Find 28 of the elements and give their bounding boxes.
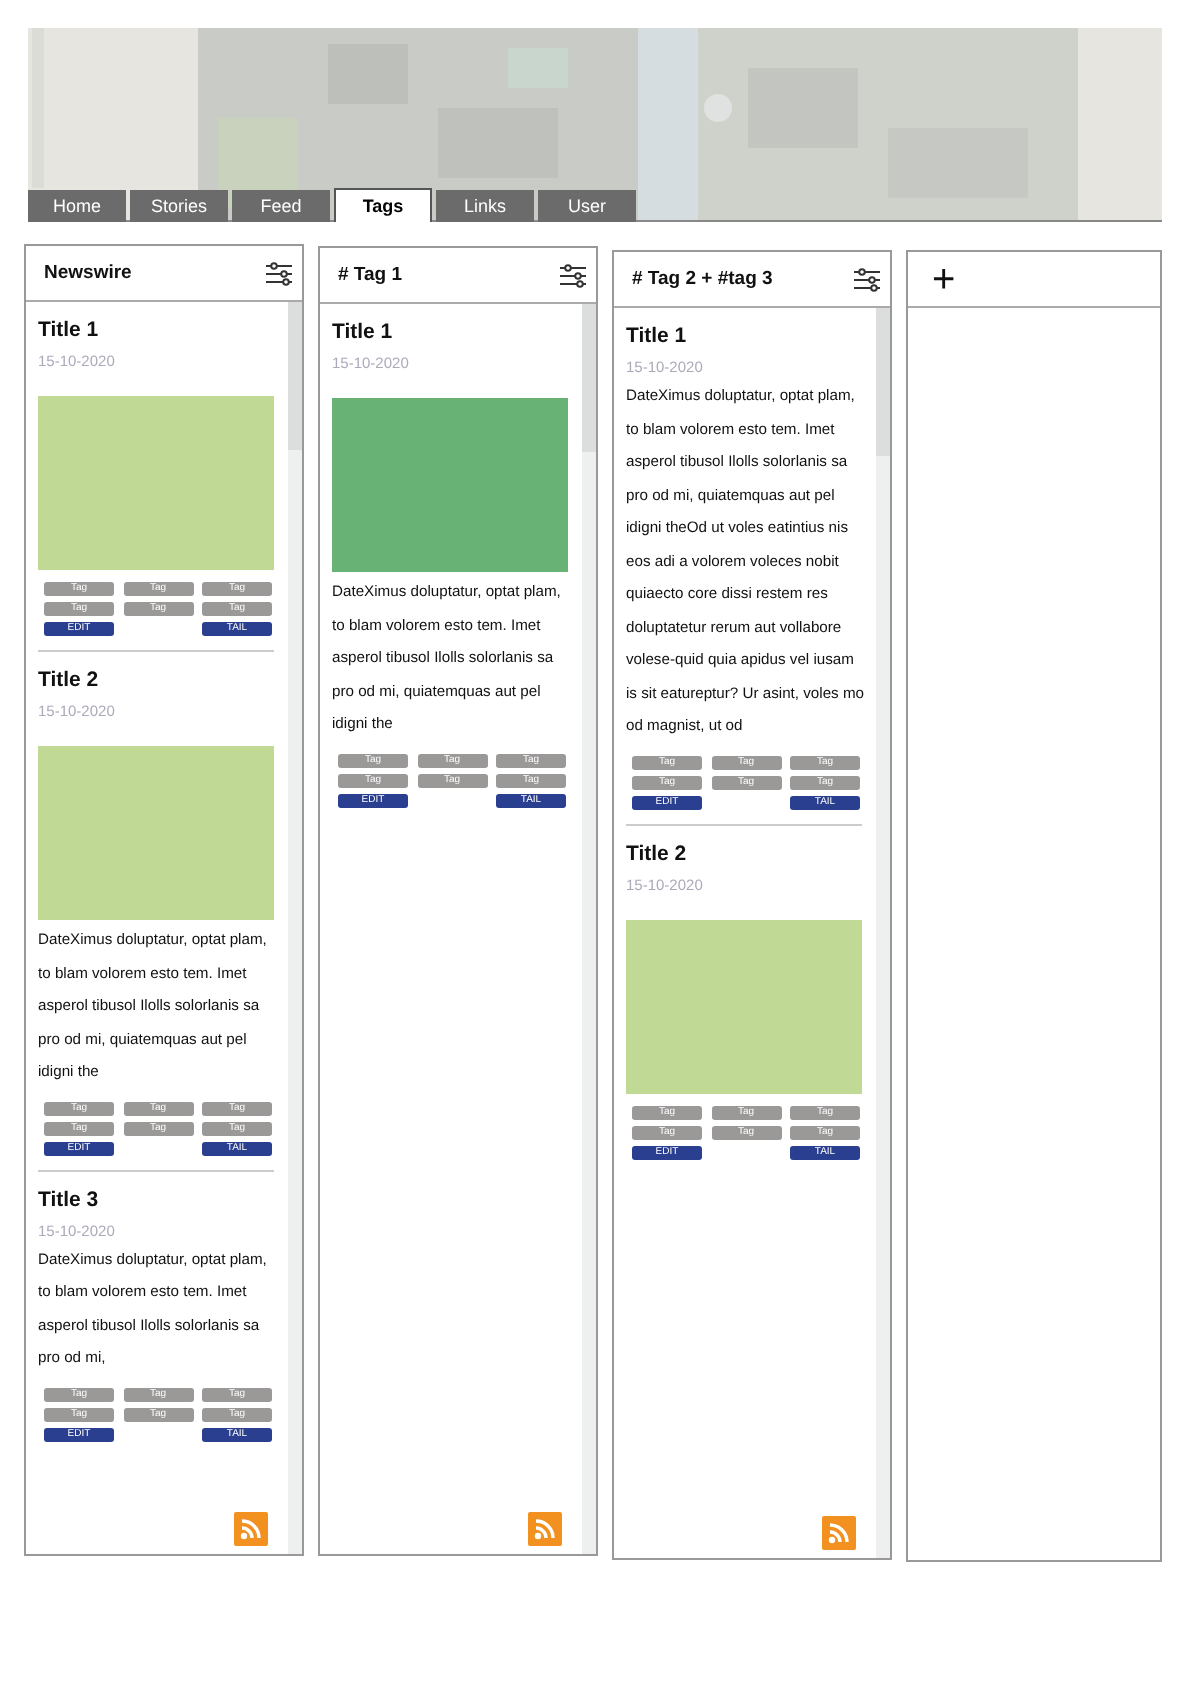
- filter-icon[interactable]: [266, 261, 292, 285]
- filter-icon[interactable]: [560, 263, 586, 287]
- story-title: Title 1: [332, 320, 395, 346]
- filter-icon[interactable]: [854, 267, 880, 291]
- scrollbar[interactable]: [876, 308, 890, 1558]
- nav-tab[interactable]: Links: [436, 190, 534, 222]
- column-title: # Tag 2 + #tag 3: [632, 268, 773, 290]
- nav-tab[interactable]: User: [538, 190, 636, 222]
- nav-tab[interactable]: Home: [28, 190, 126, 222]
- nav-tab[interactable]: Feed: [232, 190, 330, 222]
- story-title: Title 2: [626, 841, 689, 867]
- rss-icon[interactable]: [234, 1512, 268, 1546]
- nav-tab[interactable]: Tags: [334, 188, 432, 222]
- nav-tab[interactable]: Stories: [130, 190, 228, 222]
- scrollbar-thumb[interactable]: [288, 302, 302, 450]
- story-title: Title 1: [38, 318, 101, 344]
- column-title: Newswire: [44, 262, 132, 284]
- story-title: Title 1: [626, 324, 689, 350]
- scrollbar-thumb[interactable]: [582, 304, 596, 452]
- scrollbar[interactable]: [582, 304, 596, 1554]
- scrollbar-thumb[interactable]: [876, 308, 890, 456]
- scrollbar[interactable]: [288, 302, 302, 1554]
- column-title: # Tag 1: [338, 264, 403, 286]
- add-column-button[interactable]: +: [932, 259, 956, 299]
- rss-icon[interactable]: [528, 1512, 562, 1546]
- story-title: Title 2: [38, 668, 101, 694]
- story-title: Title 3: [38, 1187, 101, 1213]
- rss-icon[interactable]: [822, 1516, 856, 1550]
